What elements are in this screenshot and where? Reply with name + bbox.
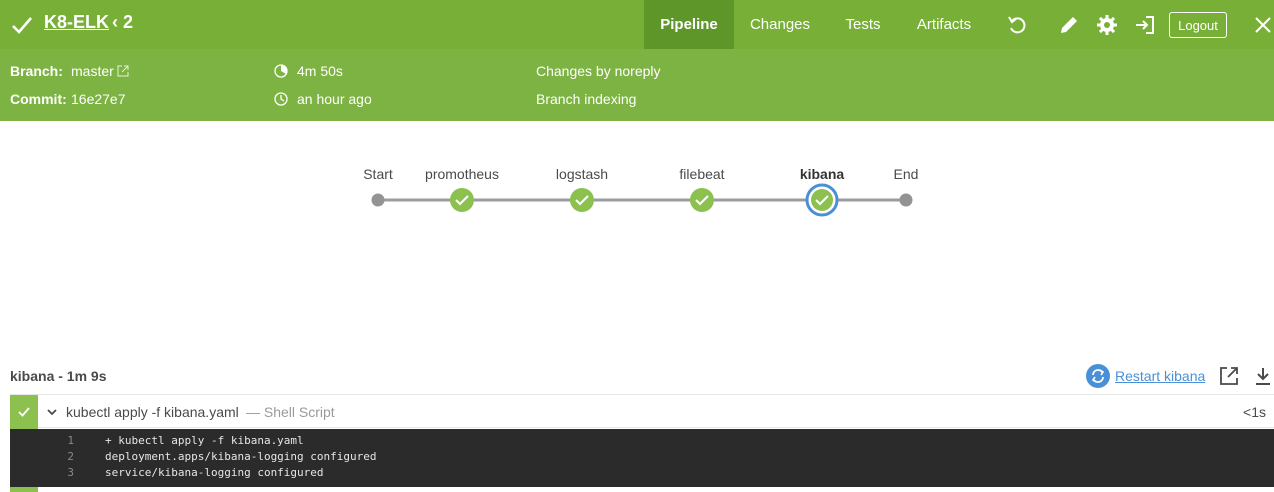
- run-start-time: an hour ago: [297, 91, 372, 107]
- clock-icon: [274, 92, 288, 106]
- stage-label-promotheus[interactable]: promotheus: [425, 166, 499, 182]
- line-text: + kubectl apply -f kibana.yaml: [105, 434, 304, 447]
- exit-to-classic-icon[interactable]: [1133, 13, 1157, 37]
- commit-value: 16e27e7: [71, 91, 126, 107]
- top-header: K8-ELK ‹ 2 Pipeline Changes Tests Artifa…: [0, 0, 1274, 49]
- pipeline-graph-svg: [371, 183, 913, 217]
- stage-node-filebeat[interactable]: [690, 188, 714, 212]
- success-check-icon: [12, 17, 32, 34]
- pipeline-title-link[interactable]: K8-ELK: [44, 12, 109, 33]
- duration-pie-icon: [274, 64, 288, 78]
- console-line: 3 service/kibana-logging configured: [10, 466, 1274, 482]
- run-number[interactable]: ‹ 2: [112, 12, 133, 33]
- line-number[interactable]: 2: [64, 450, 74, 463]
- console-line: 2 deployment.apps/kibana-logging configu…: [10, 450, 1274, 466]
- close-icon[interactable]: [1251, 13, 1274, 37]
- line-text: service/kibana-logging configured: [105, 466, 324, 479]
- edit-pencil-icon[interactable]: [1057, 13, 1081, 37]
- run-number-value: 2: [123, 12, 134, 32]
- stage-label-start: Start: [363, 166, 393, 182]
- step-check-icon: [18, 407, 30, 417]
- tab-artifacts[interactable]: Artifacts: [906, 0, 982, 49]
- start-node: [371, 193, 385, 207]
- stage-node-logstash[interactable]: [570, 188, 594, 212]
- tab-pipeline[interactable]: Pipeline: [644, 0, 734, 49]
- end-node: [899, 193, 913, 207]
- step-status-success: [10, 395, 38, 429]
- restart-stage-icon[interactable]: [1086, 364, 1110, 388]
- pipeline-graph: Start promotheus logstash filebeat kiban…: [0, 121, 1274, 351]
- branch-label: Branch:: [10, 63, 63, 79]
- restart-stage-link[interactable]: Restart kibana: [1115, 368, 1205, 384]
- console-output: 1 + kubectl apply -f kibana.yaml 2 deplo…: [10, 429, 1274, 487]
- run-info-panel: Branch: master Commit: 16e27e7 4m 50s an…: [0, 49, 1274, 121]
- logout-button[interactable]: Logout: [1169, 12, 1227, 38]
- branch-value: master: [71, 63, 114, 79]
- stage-label-end: End: [893, 166, 919, 182]
- changes-by: Changes by noreply: [536, 63, 661, 79]
- run-cause: Branch indexing: [536, 91, 637, 107]
- line-text: deployment.apps/kibana-logging configure…: [105, 450, 377, 463]
- step-command: kubectl apply -f kibana.yaml: [66, 404, 239, 420]
- stage-node-promotheus[interactable]: [450, 188, 474, 212]
- external-link-icon[interactable]: [117, 65, 129, 77]
- console-line: 1 + kubectl apply -f kibana.yaml: [10, 434, 1274, 450]
- line-number[interactable]: 3: [64, 466, 74, 479]
- stage-log-title: kibana - 1m 9s: [10, 368, 107, 384]
- tab-tests[interactable]: Tests: [836, 0, 890, 49]
- settings-gear-icon[interactable]: [1095, 13, 1119, 37]
- tab-changes[interactable]: Changes: [740, 0, 820, 49]
- download-icon[interactable]: [1253, 366, 1273, 386]
- run-duration: 4m 50s: [297, 63, 343, 79]
- stage-label-filebeat[interactable]: filebeat: [679, 166, 724, 182]
- rerun-icon[interactable]: [1005, 13, 1029, 37]
- open-in-new-icon[interactable]: [1219, 366, 1239, 386]
- stage-label-logstash[interactable]: logstash: [556, 166, 608, 182]
- step-row[interactable]: kubectl apply -f kibana.yaml — Shell Scr…: [10, 394, 1274, 429]
- stage-label-kibana[interactable]: kibana: [800, 166, 844, 182]
- step-type: — Shell Script: [246, 404, 335, 420]
- line-number[interactable]: 1: [64, 434, 74, 447]
- stage-node-kibana[interactable]: [805, 183, 839, 217]
- chevron-down-icon[interactable]: [46, 406, 58, 418]
- next-step-status: [10, 487, 38, 492]
- commit-label: Commit:: [10, 91, 67, 107]
- step-duration: <1s: [1243, 404, 1266, 420]
